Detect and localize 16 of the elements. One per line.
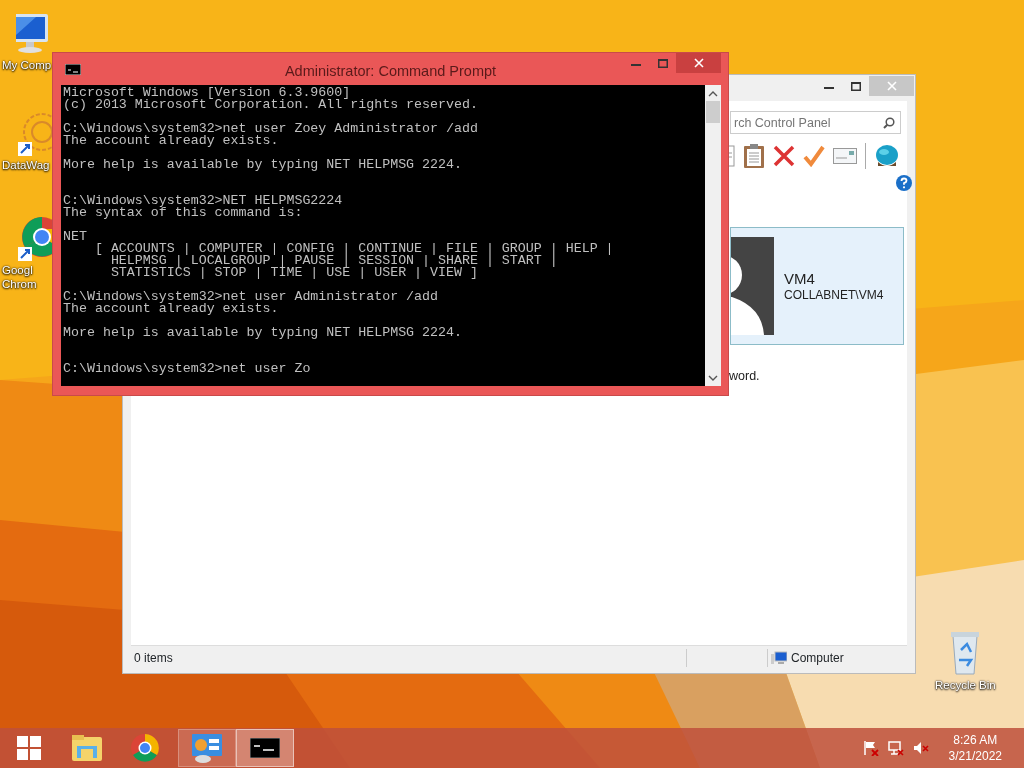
user-name: VM4 (784, 269, 816, 287)
icon-label[interactable]: Recycle Bin (935, 678, 996, 692)
status-text: 0 items (134, 649, 174, 667)
search-field[interactable]: rch Control Panel (730, 111, 901, 134)
status-location: Computer (791, 649, 844, 667)
clock-time[interactable]: 8:26 AM (953, 732, 998, 748)
icon-label[interactable]: My Comp (2, 58, 52, 72)
user-account: COLLABNET\VM4 (784, 286, 884, 303)
user-card[interactable]: VM4 COLLABNET\VM4 (730, 227, 904, 345)
icon-label[interactable]: Googl (2, 263, 33, 277)
icon-label[interactable]: DataWag (2, 158, 50, 172)
console-output: Microsoft Windows [Version 6.3.9600] (c) 2013 Microsoft Corporation. All rights reserved. C:\Windows\system32>net user Zoey Administrator /add The account already exists. More help is available by typing NET HELPMSG 2224. C:\Windows\system32>NET HELPMSG2224 The syntax of this command is: NET [ ACCOUNTS | COMPUTER | CONFIG | CONTINUE | FILE | GROUP | HELP | HELPMSG | LOCALGROUP | PAUSE | SESSION | SHARE | START | STATISTICS | STOP | TIME | USE | USER | VIEW ] C:\Windows\system32>net user Administrator /add The account already exists. More help is available by typing NET HELPMSG 2224. C:\Windows\system32>net user Zo (62, 85, 615, 377)
body-text: word. (729, 368, 760, 385)
icon-label[interactable]: Chrom (2, 277, 37, 291)
window-title: Administrator: Command Prompt (284, 62, 497, 81)
clock-date[interactable]: 3/21/2022 (948, 748, 1002, 764)
